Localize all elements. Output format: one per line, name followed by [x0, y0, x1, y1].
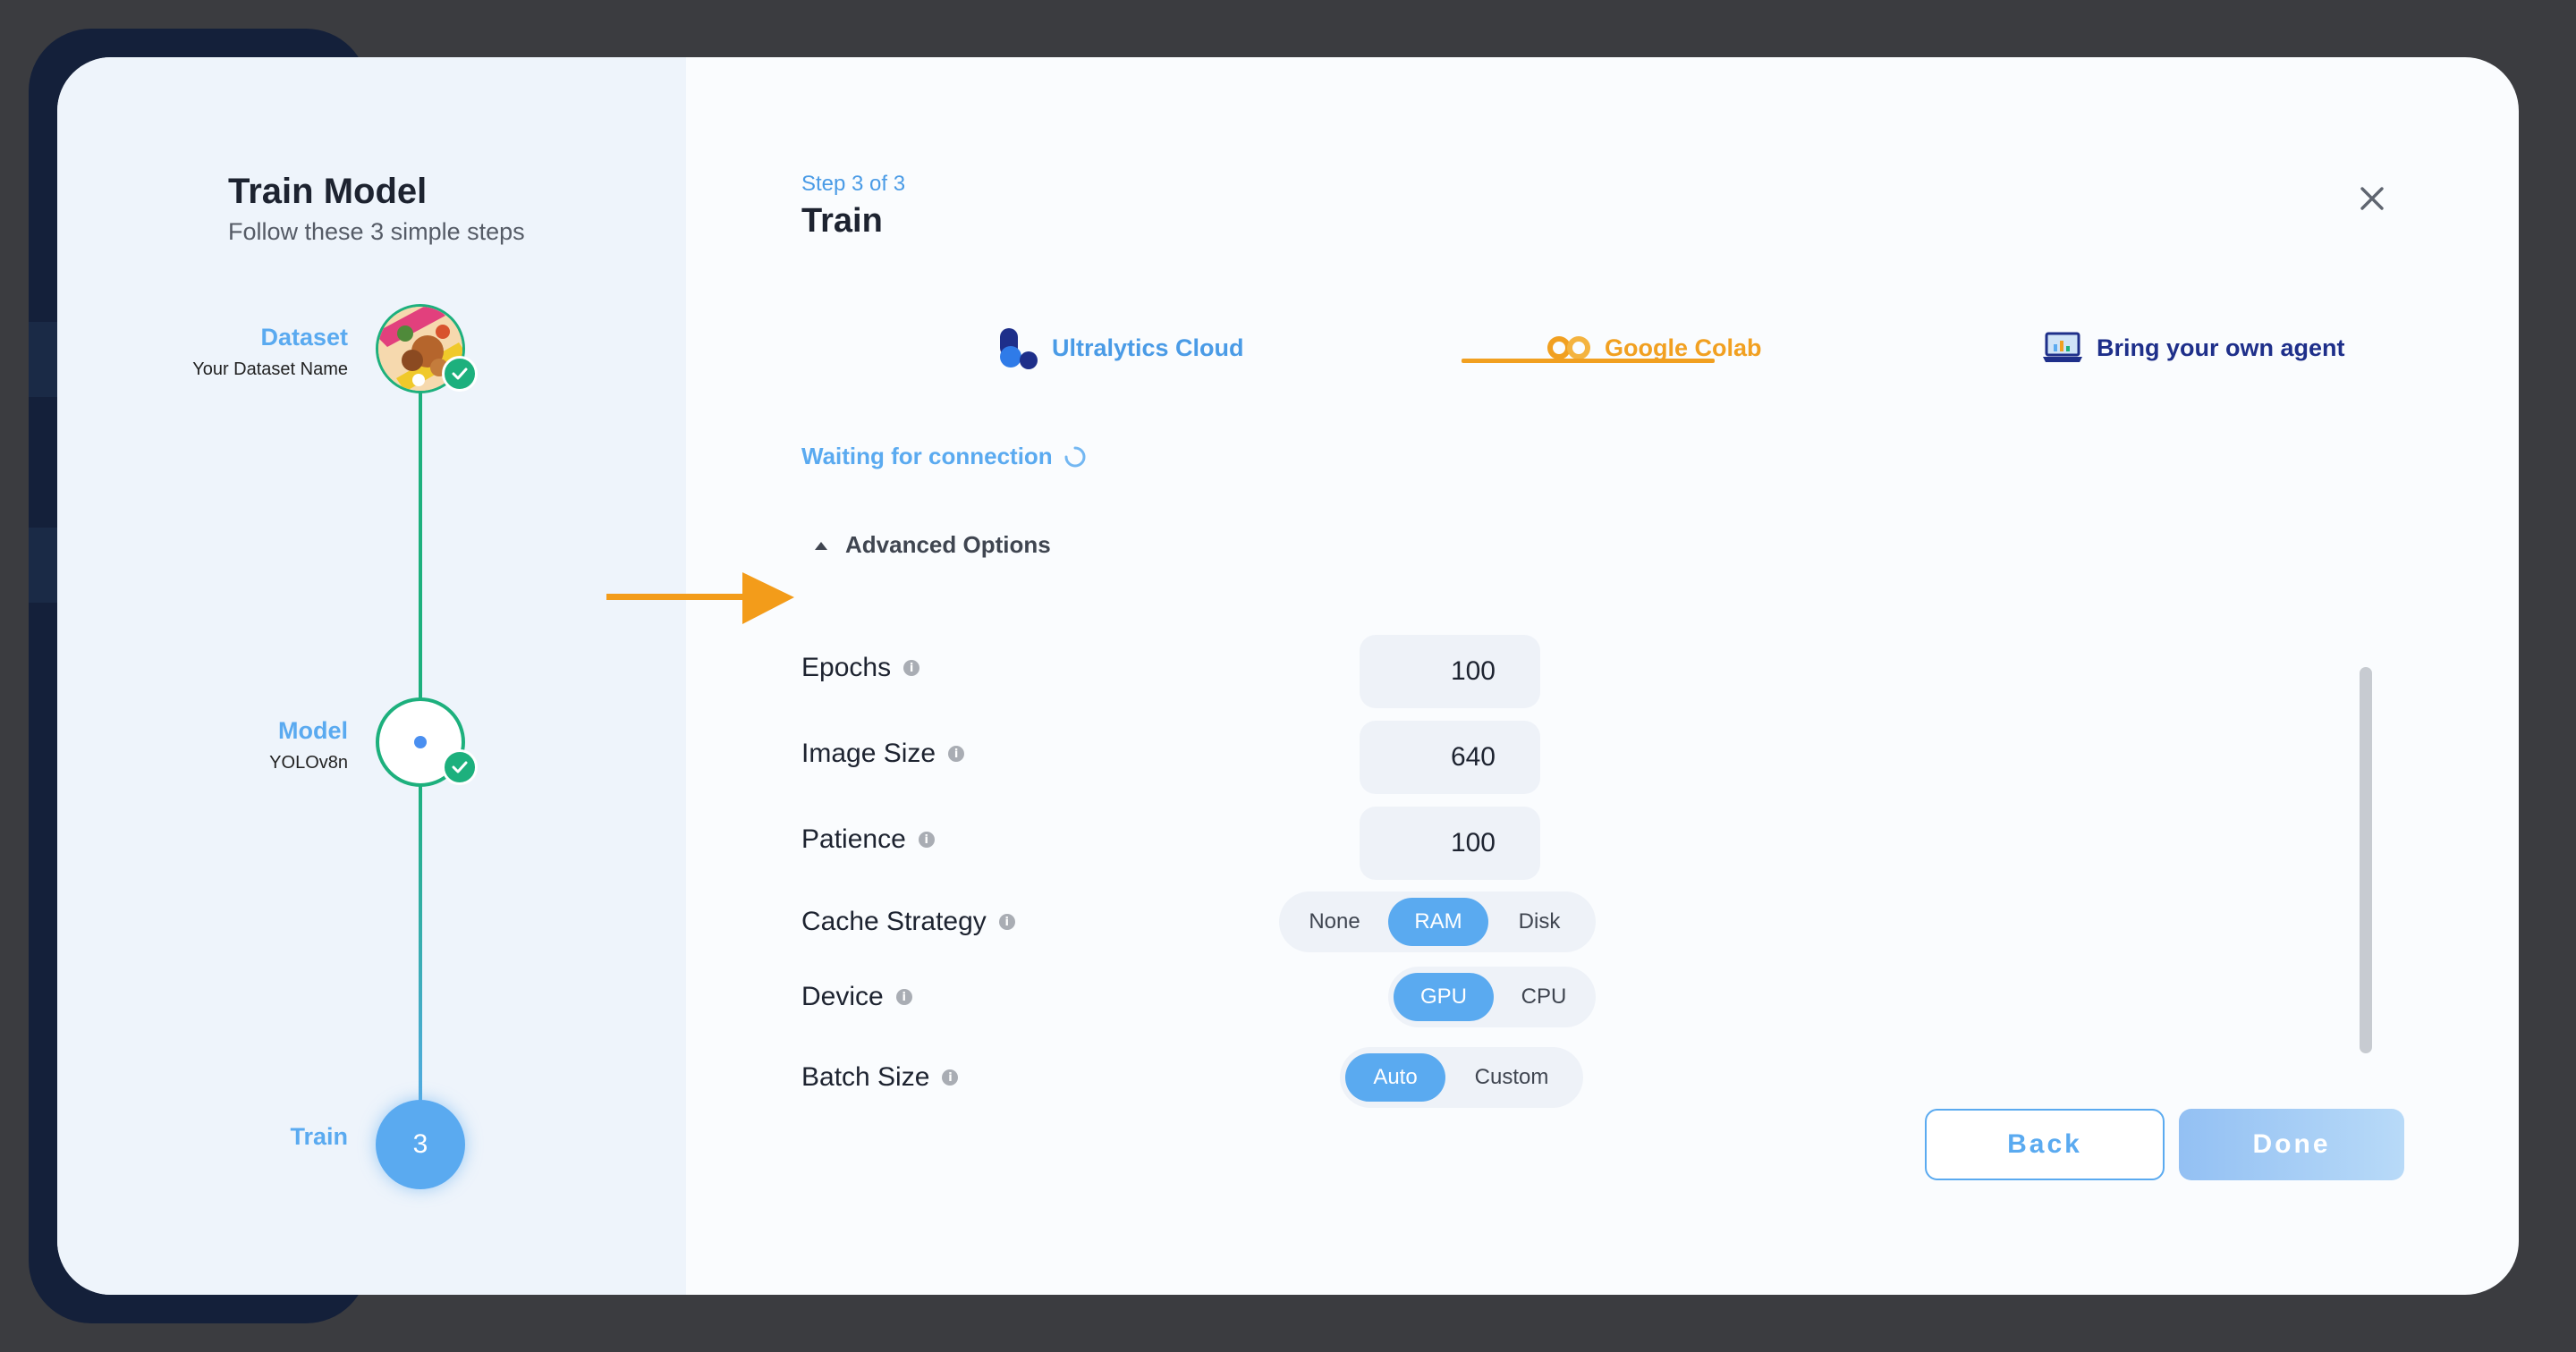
step-train-label: Train [290, 1123, 348, 1150]
step-model-label: Model [278, 717, 348, 744]
cache-option-none[interactable]: None [1284, 898, 1385, 946]
epochs-input[interactable] [1360, 635, 1540, 708]
stepper-panel: Train Model Follow these 3 simple steps … [57, 57, 686, 1295]
info-icon[interactable]: i [998, 914, 1015, 930]
tab-label: Bring your own agent [2097, 334, 2345, 361]
advanced-options-label: Advanced Options [845, 531, 1051, 558]
connection-status: Waiting for connection [801, 443, 1087, 470]
tab-ultralytics-cloud[interactable]: Ultralytics Cloud [996, 299, 1244, 397]
model-dot-icon [414, 736, 427, 748]
cache-option-ram[interactable]: RAM [1388, 898, 1488, 946]
tab-google-colab[interactable]: Google Colab [1546, 299, 1762, 397]
batch-option-auto[interactable]: Auto [1345, 1053, 1445, 1102]
info-icon[interactable]: i [948, 746, 965, 762]
ultralytics-logo-icon [1000, 328, 1038, 369]
advanced-options-toggle[interactable]: Advanced Options [813, 531, 1051, 559]
tab-label: Google Colab [1605, 334, 1762, 361]
step-dataset-label: Dataset [260, 324, 348, 351]
field-label-text: Epochs [801, 653, 892, 682]
tab-bring-your-own-agent[interactable]: Bring your own agent [2041, 299, 2345, 397]
field-label-text: Image Size [801, 739, 936, 768]
step-dataset-sub: Your Dataset Name [192, 359, 348, 379]
stepper-title: Train Model [228, 172, 428, 211]
device-option-gpu[interactable]: GPU [1394, 973, 1494, 1021]
info-icon[interactable]: i [895, 989, 912, 1005]
active-tab-indicator [1462, 359, 1715, 363]
device-option-cpu[interactable]: CPU [1497, 973, 1590, 1021]
caret-up-icon [815, 541, 827, 550]
step-train-circle[interactable]: 3 [376, 1100, 465, 1189]
info-icon[interactable]: i [942, 1069, 959, 1086]
model-check-icon [442, 749, 478, 785]
cache-strategy-label: Cache Strategy i [801, 907, 1015, 937]
train-model-dialog: Train Model Follow these 3 simple steps … [57, 57, 2519, 1295]
patience-input[interactable] [1360, 807, 1540, 880]
cache-strategy-selector: None RAM Disk [1279, 891, 1596, 952]
step-train-number: 3 [412, 1129, 428, 1159]
back-button[interactable]: Back [1925, 1109, 2165, 1180]
pointer-arrow-icon [606, 572, 794, 624]
batch-option-custom[interactable]: Custom [1449, 1053, 1574, 1102]
epochs-label: Epochs i [801, 653, 920, 683]
info-icon[interactable]: i [903, 660, 920, 676]
cache-option-disk[interactable]: Disk [1492, 898, 1587, 946]
laptop-icon [2043, 332, 2082, 362]
step-model-sub: YOLOv8n [269, 753, 348, 773]
device-selector: GPU CPU [1388, 967, 1596, 1027]
device-label: Device i [801, 982, 912, 1012]
status-text: Waiting for connection [801, 443, 1053, 469]
batch-size-label: Batch Size i [801, 1062, 959, 1093]
close-icon [2360, 187, 2384, 210]
stepper-subtitle: Follow these 3 simple steps [228, 218, 525, 245]
tab-label: Ultralytics Cloud [1052, 334, 1244, 361]
step-counter: Step 3 of 3 [801, 172, 906, 196]
step-connector [419, 783, 422, 1150]
colab-logo-icon [1547, 336, 1590, 359]
field-label-text: Device [801, 982, 884, 1011]
info-icon[interactable]: i [918, 832, 935, 848]
field-label-text: Batch Size [801, 1062, 930, 1092]
close-button[interactable] [2356, 182, 2388, 215]
image-size-input[interactable] [1360, 721, 1540, 794]
field-label-text: Patience [801, 824, 906, 854]
batch-size-selector: Auto Custom [1340, 1047, 1583, 1108]
image-size-label: Image Size i [801, 739, 965, 769]
scrollbar-thumb[interactable] [2360, 667, 2372, 1053]
loading-spinner-icon [1064, 446, 1086, 467]
done-button[interactable]: Done [2179, 1109, 2404, 1180]
field-label-text: Cache Strategy [801, 907, 987, 936]
patience-label: Patience i [801, 824, 935, 855]
dataset-check-icon [442, 356, 478, 392]
page-title: Train [801, 202, 883, 240]
